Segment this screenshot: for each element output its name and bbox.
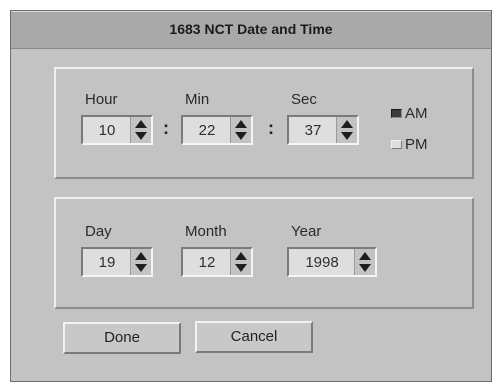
sec-label: Sec (291, 91, 317, 108)
date-panel: Day Month Year (54, 197, 474, 309)
min-decrement-icon[interactable] (232, 130, 250, 142)
day-label: Day (85, 223, 112, 240)
sec-increment-icon[interactable] (338, 118, 356, 130)
month-decrement-icon[interactable] (232, 262, 250, 274)
radio-off-icon (391, 140, 402, 149)
date-time-dialog: 1683 NCT Date and Time Hour Min Sec : : (10, 10, 492, 382)
done-button[interactable]: Done (63, 322, 181, 354)
time-separator: : (268, 118, 274, 138)
month-increment-icon[interactable] (232, 250, 250, 262)
cancel-button[interactable]: Cancel (195, 321, 313, 353)
radio-on-icon (391, 109, 402, 118)
pm-label: PM (405, 136, 428, 153)
time-separator: : (163, 118, 169, 138)
month-label: Month (185, 223, 227, 240)
dialog-title: 1683 NCT Date and Time (11, 11, 491, 49)
sec-stepper (287, 115, 359, 145)
year-decrement-icon[interactable] (356, 262, 374, 274)
year-label: Year (291, 223, 322, 240)
hour-stepper (81, 115, 153, 145)
day-stepper (81, 247, 153, 277)
min-stepper (181, 115, 253, 145)
hour-label: Hour (85, 91, 118, 108)
month-stepper (181, 247, 253, 277)
year-increment-icon[interactable] (356, 250, 374, 262)
time-panel: Hour Min Sec : : (54, 67, 474, 179)
min-label: Min (185, 91, 210, 108)
hour-spin (130, 117, 151, 143)
hour-increment-icon[interactable] (132, 118, 150, 130)
sec-decrement-icon[interactable] (338, 130, 356, 142)
am-label: AM (405, 105, 428, 122)
month-spin (230, 249, 251, 275)
day-spin (130, 249, 151, 275)
min-increment-icon[interactable] (232, 118, 250, 130)
day-decrement-icon[interactable] (132, 262, 150, 274)
min-input[interactable] (183, 117, 231, 143)
year-stepper (287, 247, 377, 277)
year-input[interactable] (289, 249, 355, 275)
sec-spin (336, 117, 357, 143)
day-input[interactable] (83, 249, 131, 275)
hour-input[interactable] (83, 117, 131, 143)
pm-radio[interactable]: PM (391, 136, 451, 156)
sec-input[interactable] (289, 117, 337, 143)
min-spin (230, 117, 251, 143)
am-radio[interactable]: AM (391, 105, 451, 125)
hour-decrement-icon[interactable] (132, 130, 150, 142)
day-increment-icon[interactable] (132, 250, 150, 262)
year-spin (354, 249, 375, 275)
month-input[interactable] (183, 249, 231, 275)
